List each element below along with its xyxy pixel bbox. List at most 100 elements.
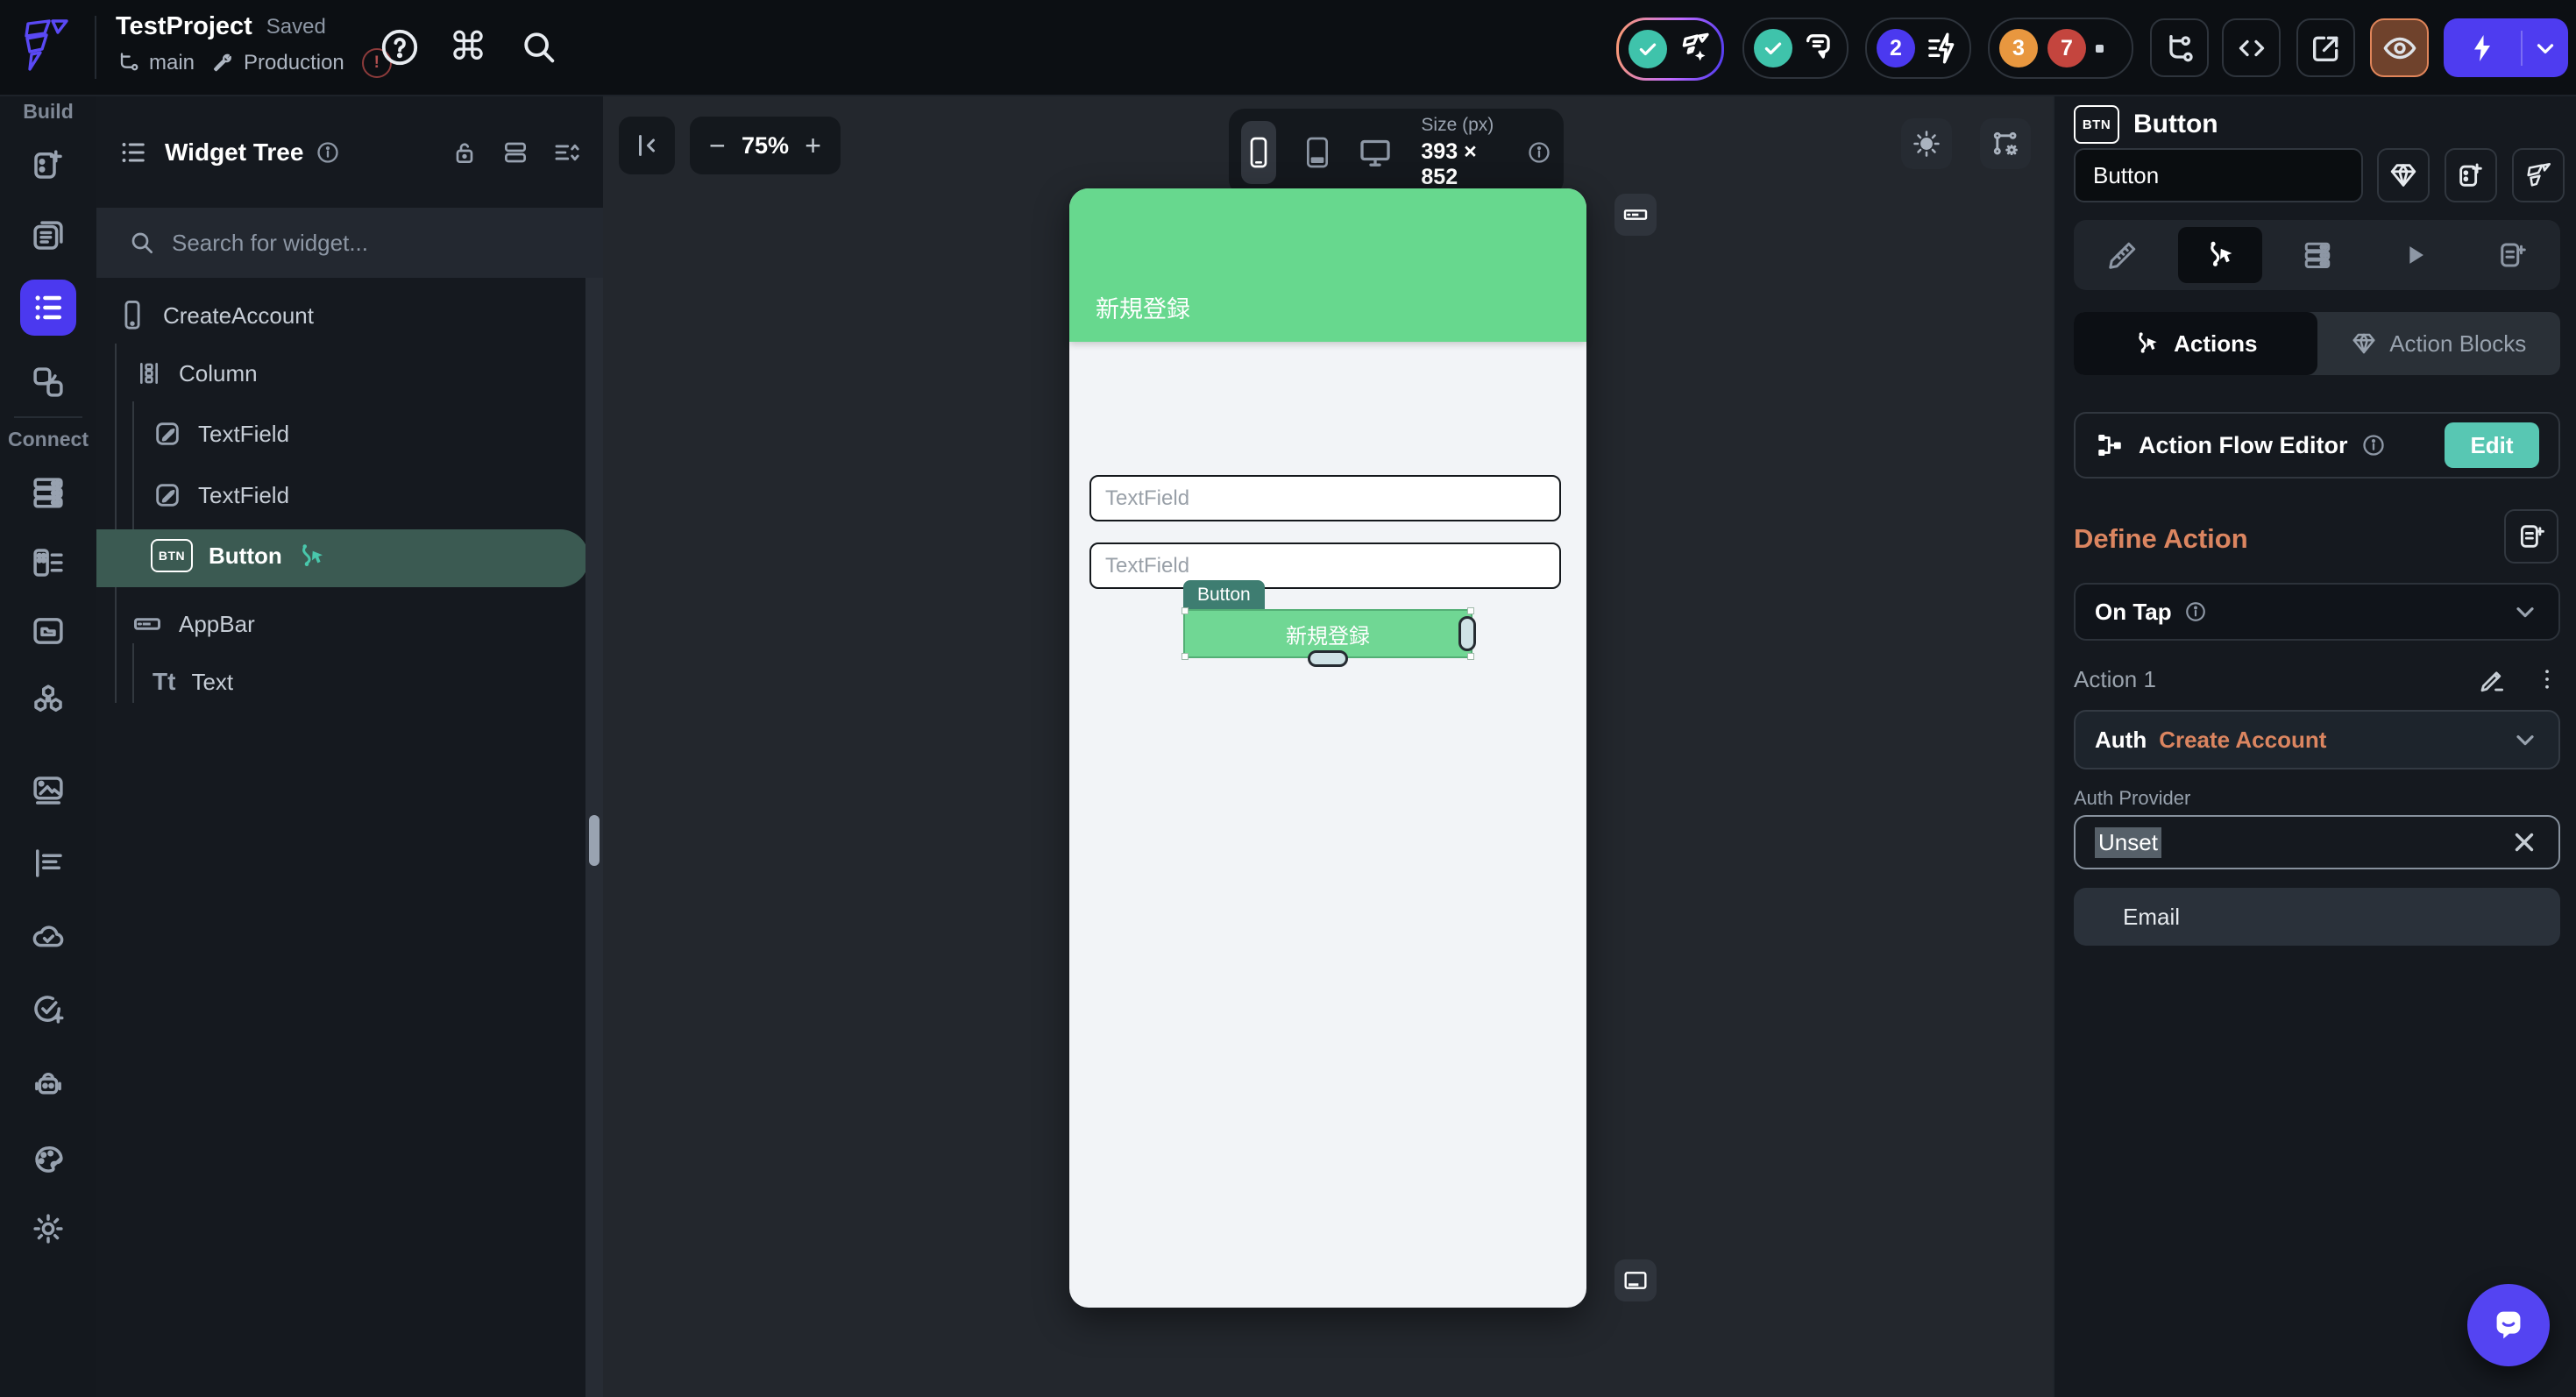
warnings-count-badge: 3 xyxy=(1999,29,2038,67)
tab-properties[interactable] xyxy=(2074,220,2171,290)
theme-style-button[interactable] xyxy=(2377,148,2430,202)
comments-status-pill[interactable] xyxy=(1742,18,1849,79)
settings-icon[interactable] xyxy=(27,1208,69,1250)
panel-layout-icon[interactable] xyxy=(501,138,529,167)
actions-status-pill[interactable]: 2 xyxy=(1865,18,1971,79)
branch-name[interactable]: main xyxy=(149,51,195,75)
preview-textfield-2[interactable]: TextField xyxy=(1089,542,1561,589)
resize-handle-right[interactable] xyxy=(1458,616,1476,651)
info-icon xyxy=(316,140,340,165)
support-chat-button[interactable] xyxy=(2467,1284,2550,1366)
flutterflow-docs-button[interactable] xyxy=(2512,148,2565,202)
tree-row-textfield-2[interactable]: TextField xyxy=(153,480,289,510)
auth-provider-label: Auth Provider xyxy=(2074,787,2191,809)
light-mode-toggle[interactable] xyxy=(1901,118,1952,169)
zoom-out-button[interactable]: − xyxy=(709,131,726,160)
data-types-icon[interactable] xyxy=(27,542,69,584)
top-bar: TestProject Saved main Production ! ⌘ 2 … xyxy=(0,0,2576,96)
tree-row-createaccount[interactable]: CreateAccount xyxy=(117,299,314,332)
edit-pencil-icon[interactable] xyxy=(2478,664,2508,694)
ai-agents-icon[interactable] xyxy=(27,1064,69,1106)
media-assets-icon[interactable] xyxy=(27,610,69,652)
tree-scrollbar[interactable] xyxy=(585,278,603,1397)
preview-textfield-1[interactable]: TextField xyxy=(1089,475,1561,521)
edit-action-flow-button[interactable]: Edit xyxy=(2445,422,2539,468)
open-external-button[interactable] xyxy=(2296,18,2355,77)
add-action-doc-button[interactable] xyxy=(2504,509,2558,564)
widget-name-input[interactable] xyxy=(2074,148,2363,202)
nav-rail: Build Connect xyxy=(0,96,98,1397)
clear-icon[interactable] xyxy=(2509,827,2539,857)
tree-row-column[interactable]: Column xyxy=(135,359,258,387)
branch-button[interactable] xyxy=(2150,18,2209,77)
preview-appbar[interactable]: 新規登録 xyxy=(1069,188,1586,342)
deploy-split-button xyxy=(2444,18,2568,77)
components-icon[interactable] xyxy=(27,361,69,403)
tree-row-textfield-1[interactable]: TextField xyxy=(153,419,289,449)
appbar-quick-button[interactable] xyxy=(1614,194,1657,236)
selection-corner-handle[interactable] xyxy=(1467,653,1474,660)
selection-corner-handle[interactable] xyxy=(1467,607,1474,614)
selection-corner-handle[interactable] xyxy=(1182,653,1189,660)
tree-scrollbar-thumb[interactable] xyxy=(589,815,600,866)
search-icon[interactable] xyxy=(519,27,559,67)
preview-button[interactable] xyxy=(2370,18,2429,77)
pages-icon[interactable] xyxy=(27,215,69,257)
selection-corner-handle[interactable] xyxy=(1182,607,1189,614)
database-icon[interactable] xyxy=(27,472,69,514)
dropdown-option-email[interactable]: Email xyxy=(2074,888,2560,946)
code-view-button[interactable] xyxy=(2222,18,2281,77)
command-menu-icon[interactable]: ⌘ xyxy=(449,25,487,69)
tab-action-blocks[interactable]: Action Blocks xyxy=(2317,312,2561,375)
app-media-icon[interactable] xyxy=(27,769,69,812)
device-tablet-button[interactable] xyxy=(1299,121,1334,184)
resize-handle-bottom[interactable] xyxy=(1308,650,1348,667)
trigger-select[interactable]: On Tap xyxy=(2074,583,2560,641)
tab-actions[interactable] xyxy=(2171,220,2268,290)
flutterflow-logo-icon[interactable] xyxy=(14,14,75,81)
issues-status-pill[interactable]: 3 7 xyxy=(1988,18,2133,79)
deploy-button[interactable] xyxy=(2444,18,2521,77)
kebab-menu-icon[interactable] xyxy=(2534,666,2560,692)
widget-search[interactable]: Search for widget... xyxy=(96,208,603,278)
action-type-value: Create Account xyxy=(2159,726,2327,753)
widget-tree-nav-icon[interactable] xyxy=(20,280,76,336)
environment-name[interactable]: Production xyxy=(244,51,344,75)
tab-animations[interactable] xyxy=(2366,220,2463,290)
appbar-widget-icon xyxy=(131,608,163,640)
zoom-in-button[interactable]: + xyxy=(805,131,821,160)
connect-section-label: Connect xyxy=(8,428,89,450)
tree-row-button-selected[interactable]: BTN Button xyxy=(151,539,328,572)
tab-documentation[interactable] xyxy=(2463,220,2560,290)
ai-review-status-pill[interactable] xyxy=(1616,18,1724,81)
save-as-component-button[interactable] xyxy=(2445,148,2497,202)
widget-tree-icon xyxy=(117,137,149,168)
project-title: TestProject xyxy=(116,12,252,40)
canvas[interactable]: − 75% + Size (px) 393 × 852 新規登録 TextFie… xyxy=(603,96,2053,1397)
app-values-icon[interactable] xyxy=(27,842,69,884)
canvas-settings-button[interactable] xyxy=(1980,118,2031,169)
phone-preview[interactable]: 新規登録 TextField TextField Button 新規登録 xyxy=(1069,188,1586,1308)
tab-backend[interactable] xyxy=(2268,220,2366,290)
device-phone-button[interactable] xyxy=(1241,120,1277,184)
expand-collapse-icon[interactable] xyxy=(552,138,582,167)
collapse-panel-button[interactable] xyxy=(619,117,675,174)
action-flow-editor-card: Action Flow Editor Edit xyxy=(2074,412,2560,479)
action-type-select[interactable]: Auth Create Account xyxy=(2074,710,2560,769)
tree-row-text[interactable]: Tt Text xyxy=(153,668,233,696)
integrations-icon[interactable] xyxy=(27,678,69,720)
cloud-functions-icon[interactable] xyxy=(27,916,69,958)
help-icon[interactable] xyxy=(380,27,420,67)
tree-row-appbar[interactable]: AppBar xyxy=(131,608,255,640)
deploy-menu-button[interactable] xyxy=(2523,18,2568,77)
theme-icon[interactable] xyxy=(27,1138,69,1181)
auth-provider-input[interactable]: Unset xyxy=(2074,815,2560,869)
device-desktop-button[interactable] xyxy=(1358,121,1393,184)
tab-actions-list[interactable]: Actions xyxy=(2074,312,2317,375)
textfield-widget-icon xyxy=(153,480,182,510)
widget-palette-icon[interactable] xyxy=(27,144,69,186)
tests-icon[interactable] xyxy=(27,988,69,1030)
wrench-icon xyxy=(210,51,235,75)
navbar-quick-button[interactable] xyxy=(1614,1259,1657,1301)
lock-icon[interactable] xyxy=(451,138,479,167)
